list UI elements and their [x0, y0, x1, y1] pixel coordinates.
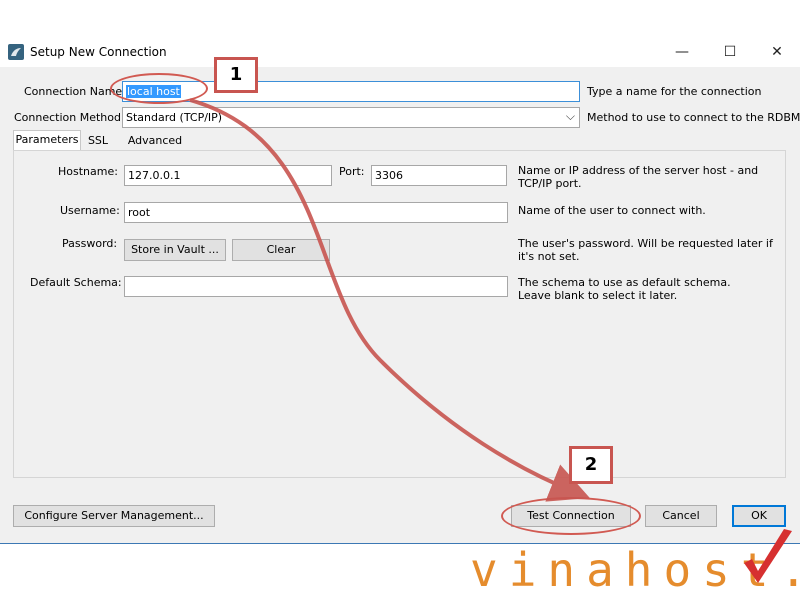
annotation-arrow: [189, 98, 590, 502]
annotation-step-1: 1: [214, 57, 258, 93]
checkmark-icon: [744, 529, 792, 583]
vinahost-logo: vinahost.: [470, 529, 800, 595]
annotation-step-2: 2: [569, 446, 613, 484]
